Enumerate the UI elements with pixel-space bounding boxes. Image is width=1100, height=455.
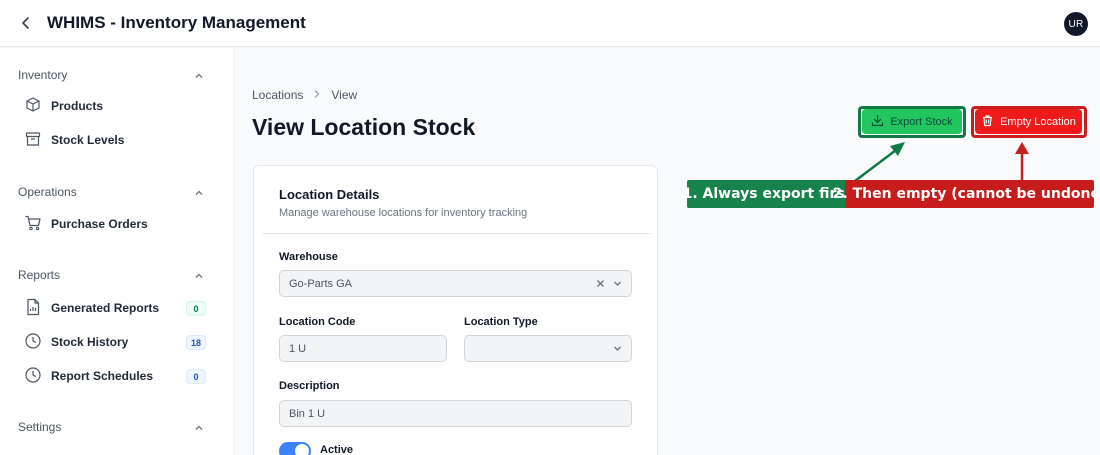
sidebar-item-label: Generated Reports (51, 301, 160, 315)
sidebar-item-label: Stock History (51, 335, 129, 349)
sidebar-group-label: Inventory (18, 68, 68, 82)
sidebar-item-stock-levels[interactable]: Stock Levels (24, 128, 209, 152)
divider (262, 233, 651, 234)
sidebar-group-inventory[interactable]: Inventory (18, 68, 208, 88)
sidebar-group-settings[interactable]: Settings (18, 420, 208, 440)
green-arrow-head (890, 142, 905, 156)
clock-icon (24, 366, 42, 384)
clock-icon (24, 332, 42, 350)
avatar[interactable]: UR (1064, 12, 1088, 36)
active-label: Active (320, 444, 354, 455)
page-title: View Location Stock (252, 114, 476, 140)
app-title: WHIMS - Inventory Management (47, 13, 306, 32)
box-icon (24, 96, 42, 114)
location-type-select[interactable] (464, 335, 632, 362)
sidebar-item-label: Products (51, 99, 104, 113)
cart-icon (24, 214, 42, 232)
chevron-right-icon (313, 88, 321, 102)
description-field[interactable]: Bin 1 U (279, 400, 632, 427)
archive-icon (24, 130, 42, 148)
back-arrow-icon[interactable] (16, 13, 36, 33)
document-icon (24, 298, 42, 316)
breadcrumb-current: View (331, 88, 358, 102)
breadcrumb: Locations View (252, 88, 357, 102)
count-badge: 0 (186, 369, 206, 384)
annotation-highlight-export (858, 106, 966, 138)
sidebar-item-purchase-orders[interactable]: Purchase Orders (24, 212, 209, 236)
annotation-highlight-empty (971, 106, 1087, 138)
sidebar-item-label: Report Schedules (51, 369, 154, 383)
clear-icon[interactable] (595, 278, 606, 292)
sidebar-group-label: Reports (18, 268, 61, 282)
location-code-value: 1 U (289, 342, 307, 355)
sidebar-item-stock-history[interactable]: Stock History 18 (24, 330, 209, 354)
sidebar-item-products[interactable]: Products (24, 94, 209, 118)
active-toggle[interactable] (279, 442, 311, 455)
sidebar-item-label: Purchase Orders (51, 217, 148, 231)
chevron-up-icon (194, 70, 204, 84)
sidebar-group-reports[interactable]: Reports (18, 268, 208, 288)
sidebar-group-operations[interactable]: Operations (18, 185, 208, 205)
sidebar-item-label: Stock Levels (51, 133, 125, 147)
section-subtitle: Manage warehouse locations for inventory… (279, 207, 528, 219)
sidebar-group-label: Operations (18, 185, 77, 199)
location-type-label: Location Type (464, 316, 538, 328)
chevron-up-icon (194, 270, 204, 284)
chevron-up-icon (194, 187, 204, 201)
breadcrumb-locations-link[interactable]: Locations (252, 88, 303, 102)
location-code-label: Location Code (279, 316, 356, 328)
sidebar-item-generated-reports[interactable]: Generated Reports 0 (24, 296, 209, 320)
location-code-field[interactable]: 1 U (279, 335, 447, 362)
sidebar-group-label: Settings (18, 420, 62, 434)
top-bar: WHIMS - Inventory Management UR (0, 0, 1100, 47)
warehouse-value: Go-Parts GA (289, 277, 352, 290)
annotation-step-2: 2. Then empty (cannot be undone) (833, 180, 1100, 208)
sidebar: Inventory Products Stock Levels Operatio… (0, 48, 235, 455)
count-badge: 0 (186, 301, 206, 316)
warehouse-label: Warehouse (279, 251, 338, 263)
chevron-up-icon (194, 422, 204, 436)
red-arrow-head (1015, 142, 1029, 154)
chevron-down-icon (612, 343, 623, 357)
section-title: Location Details (279, 187, 380, 202)
warehouse-select[interactable]: Go-Parts GA (279, 270, 632, 297)
description-value: Bin 1 U (289, 407, 326, 420)
sidebar-item-report-schedules[interactable]: Report Schedules 0 (24, 364, 209, 388)
description-label: Description (279, 380, 340, 392)
green-arrow-line (854, 146, 901, 182)
count-badge: 18 (186, 335, 207, 350)
chevron-down-icon (612, 278, 623, 292)
annotation-step-1: 1. Always export first (683, 180, 851, 208)
